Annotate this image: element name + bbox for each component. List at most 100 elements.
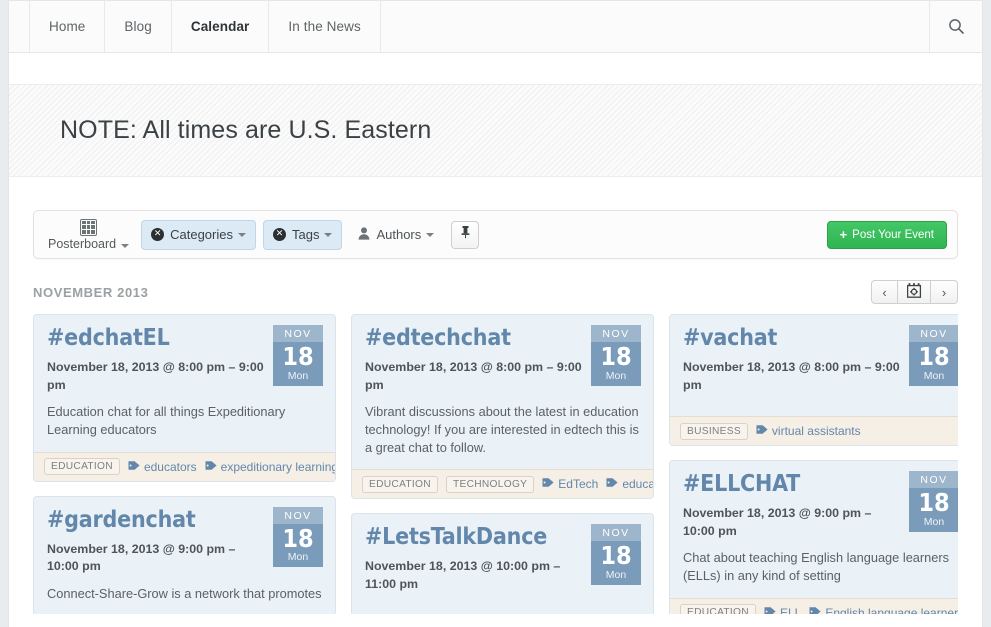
- chevron-down-icon: [121, 243, 130, 248]
- calendar-gear-icon: [906, 283, 922, 301]
- post-your-event-button[interactable]: + Post Your Event: [826, 220, 947, 249]
- event-card-body: NOV 18 Mon #gardenchat November 18, 2013 @ 9…: [34, 497, 335, 614]
- tag-link[interactable]: virtual assistants: [756, 424, 861, 438]
- event-card[interactable]: NOV 18 Mon #vachat November 18, 2013 @ 8:00 …: [669, 314, 958, 447]
- next-month-button[interactable]: ›: [931, 280, 958, 304]
- nav-item-calendar[interactable]: Calendar: [172, 1, 270, 52]
- event-description: Education chat for all things Expedition…: [47, 404, 286, 437]
- event-date-badge: NOV 18 Mon: [909, 471, 958, 532]
- pin-button[interactable]: [451, 220, 480, 249]
- category-badge[interactable]: EDUCATION: [44, 458, 120, 476]
- event-card-body: NOV 18 Mon #ELLCHAT November 18, 2013 @ 9:00…: [670, 461, 958, 598]
- tag-icon: [809, 606, 821, 614]
- tag-icon: [542, 477, 554, 491]
- circle-x-icon[interactable]: ✕: [151, 228, 165, 241]
- tag-link[interactable]: educators: [128, 460, 197, 474]
- month-label: NOVEMBER 2013: [33, 284, 149, 300]
- page-title: NOTE: All times are U.S. Eastern: [60, 116, 432, 144]
- filter-tags-label: Tags: [291, 227, 320, 242]
- event-date-badge: NOV 18 Mon: [909, 325, 958, 386]
- tag-label: education te: [622, 477, 653, 492]
- tag-label: expeditionary learning: [220, 459, 335, 474]
- tag-icon: [205, 460, 217, 474]
- tag-link[interactable]: English language learners: [809, 606, 958, 614]
- event-date-badge: NOV 18 Mon: [591, 325, 641, 386]
- view-selector-label: Posterboard: [48, 237, 130, 251]
- event-card-body: NOV 18 Mon #LetsTalkDance November 18, 2013 …: [352, 514, 653, 614]
- badge-month: NOV: [909, 471, 958, 489]
- search-button[interactable]: [930, 1, 982, 52]
- banner-section: NOTE: All times are U.S. Eastern: [9, 53, 982, 177]
- circle-x-icon[interactable]: ✕: [272, 228, 286, 241]
- event-card-body: NOV 18 Mon #vachat November 18, 2013 @ 8:00 …: [670, 315, 958, 416]
- tag-icon: [128, 460, 140, 474]
- filter-authors-label: Authors: [376, 227, 422, 242]
- badge-month: NOV: [273, 325, 323, 342]
- prev-month-button[interactable]: ‹: [871, 280, 898, 304]
- event-date-badge: NOV 18 Mon: [591, 524, 641, 585]
- badge-weekday: Mon: [923, 515, 945, 528]
- plus-icon: +: [839, 227, 848, 242]
- category-badge[interactable]: EDUCATION: [680, 604, 756, 614]
- filter-tags-button[interactable]: ✕ Tags: [262, 219, 343, 250]
- tag-link[interactable]: expeditionary learning: [205, 460, 335, 474]
- tag-link[interactable]: ELL: [764, 606, 801, 614]
- nav-items: Home Blog Calendar In the News: [9, 1, 381, 52]
- badge-month: NOV: [909, 325, 958, 342]
- event-column: NOV 18 Mon #edtechchat November 18, 2013 @ 8…: [351, 314, 654, 614]
- filter-authors-button[interactable]: Authors: [349, 220, 443, 250]
- category-badge[interactable]: EDUCATION: [362, 475, 438, 493]
- badge-day: 18: [600, 541, 632, 571]
- badge-weekday: Mon: [605, 568, 627, 581]
- badge-month: NOV: [591, 325, 641, 342]
- filter-categories-label: Categories: [170, 227, 233, 242]
- tag-link[interactable]: EdTech: [542, 477, 598, 491]
- pin-icon: [459, 225, 472, 244]
- badge-weekday: Mon: [287, 369, 309, 382]
- badge-day: 18: [282, 342, 314, 371]
- chevron-down-icon: [237, 232, 246, 237]
- calendar-settings-button[interactable]: [898, 280, 931, 304]
- badge-month: NOV: [273, 506, 323, 524]
- event-description: Connect-Share-Grow is a network that pro…: [47, 585, 322, 601]
- category-badge[interactable]: TECHNOLOGY: [445, 475, 535, 493]
- event-card[interactable]: NOV 18 Mon #ELLCHAT November 18, 2013 @ 9:00…: [669, 460, 958, 614]
- calendar-section: Posterboard ✕ Categories ✕ Tags Authors …: [9, 177, 982, 614]
- event-card-body: NOV 18 Mon #edchatEL November 18, 2013 @ 8:0…: [34, 315, 335, 452]
- search-icon: [948, 18, 965, 35]
- site-container: Home Blog Calendar In the News NOTE: All ti…: [8, 0, 983, 627]
- tag-icon: [606, 477, 618, 491]
- nav-item-blog[interactable]: Blog: [105, 1, 172, 52]
- event-card-footer: EDUCATION TECHNOLOGY EdTech education te: [352, 469, 653, 499]
- badge-day: 18: [918, 488, 950, 518]
- category-badge[interactable]: BUSINESS: [680, 422, 748, 440]
- badge-day: 18: [600, 342, 632, 371]
- event-description: Vibrant discussions about the latest in …: [365, 404, 639, 455]
- badge-day: 18: [282, 523, 314, 553]
- tag-label: educators: [143, 459, 197, 474]
- event-column: NOV 18 Mon #edchatEL November 18, 2013 @ 8:0…: [33, 314, 336, 614]
- tag-link[interactable]: education te: [606, 477, 653, 491]
- badge-weekday: Mon: [923, 369, 945, 382]
- nav-item-home[interactable]: Home: [29, 1, 106, 52]
- post-your-event-label: Post Your Event: [852, 228, 934, 241]
- event-card[interactable]: NOV 18 Mon #edtechchat November 18, 2013 @ 8…: [351, 314, 654, 500]
- tag-label: ELL: [779, 605, 802, 614]
- top-navigation: Home Blog Calendar In the News: [9, 0, 982, 53]
- event-card[interactable]: NOV 18 Mon #gardenchat November 18, 2013 @ 9…: [33, 495, 336, 614]
- filter-categories-button[interactable]: ✕ Categories: [141, 219, 256, 250]
- badge-weekday: Mon: [287, 551, 309, 564]
- view-selector-posterboard[interactable]: Posterboard: [42, 218, 141, 251]
- nav-item-in-the-news[interactable]: In the News: [269, 1, 381, 52]
- event-card-footer: EDUCATION ELL English language learners: [670, 597, 958, 614]
- event-card[interactable]: NOV 18 Mon #LetsTalkDance November 18, 2013 …: [351, 513, 654, 614]
- calendar-toolbar: Posterboard ✕ Categories ✕ Tags Authors …: [33, 210, 958, 259]
- event-card-footer: EDUCATION educators expeditionary learning: [34, 451, 335, 481]
- event-column: NOV 18 Mon #vachat November 18, 2013 @ 8:00 …: [669, 314, 958, 614]
- tag-icon: [756, 424, 768, 438]
- event-card[interactable]: NOV 18 Mon #edchatEL November 18, 2013 @ 8:0…: [33, 314, 336, 482]
- nav-spacer: [381, 1, 930, 52]
- chevron-down-icon: [426, 232, 435, 237]
- tag-label: English language learners: [825, 605, 958, 614]
- event-date-badge: NOV 18 Mon: [273, 325, 323, 386]
